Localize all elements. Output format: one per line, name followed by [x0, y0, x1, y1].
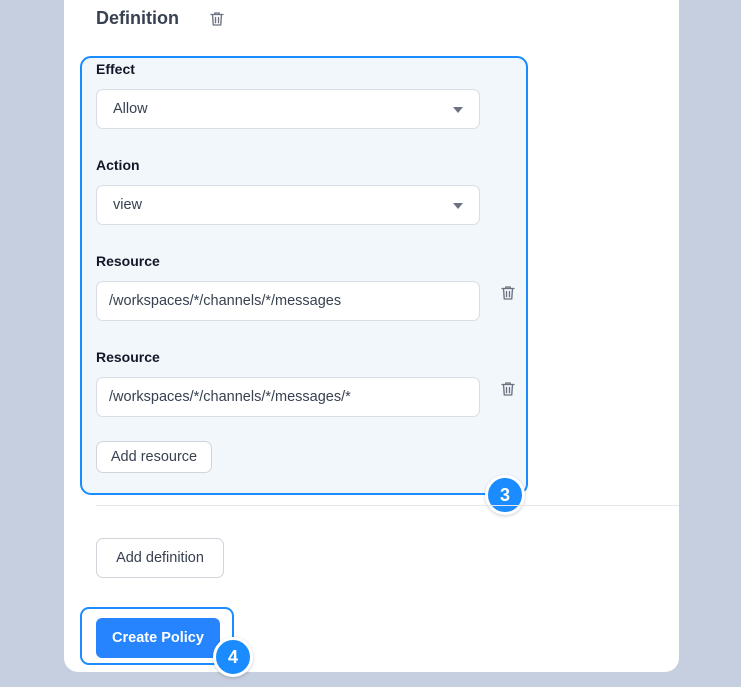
divider	[96, 505, 679, 506]
effect-select[interactable]: Allow	[96, 89, 480, 129]
resource-input-2-value: /workspaces/*/channels/*/messages/*	[109, 389, 351, 405]
action-select-value: view	[113, 197, 143, 213]
resource-input-1[interactable]: /workspaces/*/channels/*/messages	[96, 281, 480, 321]
delete-resource-2-trash-icon[interactable]	[499, 380, 517, 398]
effect-select-value: Allow	[113, 101, 148, 117]
create-policy-button[interactable]: Create Policy	[96, 618, 220, 658]
definition-title: Definition	[96, 8, 179, 28]
resource-input-1-value: /workspaces/*/channels/*/messages	[109, 293, 342, 309]
effect-label: Effect	[96, 61, 135, 77]
action-select[interactable]: view	[96, 185, 480, 225]
chevron-down-icon	[453, 107, 463, 113]
delete-resource-1-trash-icon[interactable]	[499, 284, 517, 302]
add-resource-button[interactable]: Add resource	[96, 441, 212, 473]
add-definition-button[interactable]: Add definition	[96, 538, 224, 578]
delete-definition-trash-icon[interactable]	[208, 10, 226, 28]
resource-label-1: Resource	[96, 253, 160, 269]
resource-input-2[interactable]: /workspaces/*/channels/*/messages/*	[96, 377, 480, 417]
action-label: Action	[96, 157, 140, 173]
step-4-badge: 4	[213, 637, 253, 677]
chevron-down-icon	[453, 203, 463, 209]
resource-label-2: Resource	[96, 349, 160, 365]
step-3-badge: 3	[485, 475, 525, 515]
